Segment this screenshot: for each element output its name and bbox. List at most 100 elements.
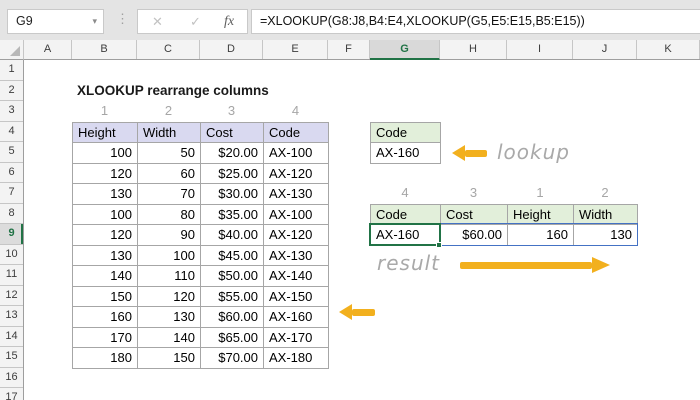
table-cell[interactable]: 110 <box>138 266 201 287</box>
row-header-15[interactable]: 15 <box>0 347 23 368</box>
table-cell[interactable]: 80 <box>138 205 201 226</box>
row-header-3[interactable]: 3 <box>0 101 23 122</box>
table-cell[interactable]: 180 <box>73 348 138 369</box>
table-cell[interactable]: $50.00 <box>201 266 264 287</box>
table-header-cell[interactable]: Width <box>574 205 638 226</box>
table-cell[interactable]: 120 <box>138 287 201 308</box>
row-header-13[interactable]: 13 <box>0 306 23 327</box>
table-cell[interactable]: 150 <box>138 348 201 369</box>
column-header-I[interactable]: I <box>507 40 573 59</box>
enter-icon[interactable]: ✓ <box>190 14 201 30</box>
table-cell[interactable]: 130 <box>138 307 201 328</box>
table-header-cell[interactable]: Cost <box>201 123 264 144</box>
table-cell[interactable]: 160 <box>508 225 574 246</box>
table-cell[interactable]: $30.00 <box>201 184 264 205</box>
table-cell[interactable]: AX-160 <box>371 225 441 246</box>
row-header-16[interactable]: 16 <box>0 368 23 389</box>
row-header-7[interactable]: 7 <box>0 183 23 204</box>
insert-function-icon[interactable]: fx <box>224 14 234 30</box>
table-cell[interactable]: $70.00 <box>201 348 264 369</box>
table-cell[interactable]: AX-120 <box>264 225 329 246</box>
row-header-11[interactable]: 11 <box>0 265 23 286</box>
table-cell[interactable]: AX-100 <box>264 143 329 164</box>
table-cell[interactable]: AX-120 <box>264 164 329 185</box>
table-cell[interactable]: $60.00 <box>441 225 508 246</box>
name-box[interactable]: G9 ▾ <box>7 9 104 34</box>
table-cell[interactable]: 140 <box>73 266 138 287</box>
row-header-5[interactable]: 5 <box>0 142 23 163</box>
table-cell[interactable]: $40.00 <box>201 225 264 246</box>
formula-input[interactable]: =XLOOKUP(G8:J8,B4:E4,XLOOKUP(G5,E5:E15,B… <box>251 9 700 34</box>
column-header-E[interactable]: E <box>263 40 328 59</box>
column-header-B[interactable]: B <box>72 40 137 59</box>
table-cell[interactable]: AX-160 <box>264 307 329 328</box>
column-header-H[interactable]: H <box>440 40 507 59</box>
row-header-10[interactable]: 10 <box>0 245 23 266</box>
column-header-G[interactable]: G <box>370 40 440 60</box>
row-header-6[interactable]: 6 <box>0 163 23 184</box>
column-header-A[interactable]: A <box>24 40 72 59</box>
table-cell[interactable]: 130 <box>73 184 138 205</box>
table-cell[interactable]: 100 <box>138 246 201 267</box>
table-cell[interactable]: 130 <box>73 246 138 267</box>
table-cell[interactable]: AX-160 <box>371 143 441 164</box>
table-cell[interactable]: $45.00 <box>201 246 264 267</box>
lookup-annotation: lookup <box>497 140 570 164</box>
table-cell[interactable]: 100 <box>73 205 138 226</box>
matched-row-arrow-icon <box>339 304 375 320</box>
table-cell[interactable]: $35.00 <box>201 205 264 226</box>
row-header-14[interactable]: 14 <box>0 327 23 348</box>
table-cell[interactable]: 90 <box>138 225 201 246</box>
column-header-strip: ABCDEFGHIJK <box>0 40 700 60</box>
table-cell[interactable]: $60.00 <box>201 307 264 328</box>
row-header-9[interactable]: 9 <box>0 224 23 245</box>
select-all-corner[interactable] <box>0 40 24 60</box>
row-header-1[interactable]: 1 <box>0 60 23 81</box>
column-header-J[interactable]: J <box>573 40 637 59</box>
result-arrow-icon <box>460 257 610 273</box>
row-header-12[interactable]: 12 <box>0 286 23 307</box>
table-cell[interactable]: $55.00 <box>201 287 264 308</box>
table-cell[interactable]: 170 <box>73 328 138 349</box>
fill-handle[interactable] <box>436 242 442 248</box>
table-cell[interactable]: $65.00 <box>201 328 264 349</box>
column-header-D[interactable]: D <box>200 40 263 59</box>
table-header-cell[interactable]: Width <box>138 123 201 144</box>
table-cell[interactable]: AX-130 <box>264 184 329 205</box>
row-header-strip: 1234567891011121314151617 <box>0 60 24 400</box>
table-cell[interactable]: 160 <box>73 307 138 328</box>
table-cell[interactable]: AX-180 <box>264 348 329 369</box>
table-cell[interactable]: 100 <box>73 143 138 164</box>
table-header-cell[interactable]: Height <box>73 123 138 144</box>
table-cell[interactable]: 60 <box>138 164 201 185</box>
table-header-cell[interactable]: Code <box>371 123 441 144</box>
column-header-C[interactable]: C <box>137 40 200 59</box>
table-header-cell[interactable]: Code <box>264 123 329 144</box>
table-header-cell[interactable]: Cost <box>441 205 508 226</box>
table-cell[interactable]: AX-150 <box>264 287 329 308</box>
row-header-8[interactable]: 8 <box>0 204 23 225</box>
table-cell[interactable]: $20.00 <box>201 143 264 164</box>
column-header-F[interactable]: F <box>328 40 370 59</box>
table-cell[interactable]: 130 <box>574 225 638 246</box>
formula-bar-handle-icon[interactable]: ⋮ <box>116 11 128 27</box>
table-cell[interactable]: 150 <box>73 287 138 308</box>
table-header-cell[interactable]: Code <box>371 205 441 226</box>
table-cell[interactable]: AX-130 <box>264 246 329 267</box>
table-header-cell[interactable]: Height <box>508 205 574 226</box>
table-cell[interactable]: AX-170 <box>264 328 329 349</box>
table-cell[interactable]: AX-100 <box>264 205 329 226</box>
table-cell[interactable]: 70 <box>138 184 201 205</box>
table-cell[interactable]: 50 <box>138 143 201 164</box>
table-cell[interactable]: $25.00 <box>201 164 264 185</box>
name-box-dropdown-icon[interactable]: ▾ <box>92 16 97 27</box>
cancel-icon[interactable]: ✕ <box>152 14 163 30</box>
table-cell[interactable]: 120 <box>73 225 138 246</box>
row-header-4[interactable]: 4 <box>0 122 23 143</box>
row-header-2[interactable]: 2 <box>0 81 23 102</box>
table-cell[interactable]: AX-140 <box>264 266 329 287</box>
row-header-17[interactable]: 17 <box>0 388 23 400</box>
column-header-K[interactable]: K <box>637 40 700 59</box>
table-cell[interactable]: 120 <box>73 164 138 185</box>
table-cell[interactable]: 140 <box>138 328 201 349</box>
